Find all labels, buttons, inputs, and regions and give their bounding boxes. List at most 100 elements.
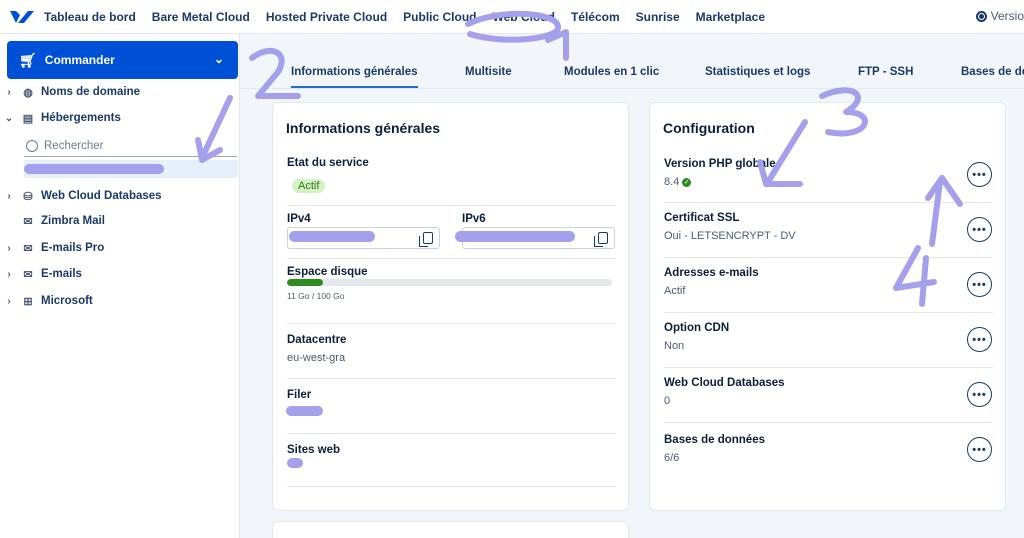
sidebar-item-domains[interactable]: › ◍ Noms de domaine [0, 82, 140, 102]
sidebar-item-web-cloud-databases[interactable]: › ⛁ Web Cloud Databases [0, 186, 162, 206]
search-icon [26, 139, 38, 152]
mail-icon: ✉ [23, 242, 33, 255]
version-toggle[interactable]: Versio [975, 9, 1024, 23]
nav-public-cloud[interactable]: Public Cloud [403, 10, 476, 24]
row-label: Etat du service [287, 157, 369, 169]
order-button[interactable]: 🛒︎ Commander ⌄ [7, 41, 238, 79]
order-button-label: Commander [44, 53, 115, 67]
chevron-right-icon: › [7, 242, 11, 254]
cart-icon: 🛒︎ [19, 51, 37, 68]
nav-sunrise[interactable]: Sunrise [636, 10, 680, 24]
sidebar-item-zimbra-mail[interactable]: ✉ Zimbra Mail [0, 211, 105, 231]
row-value: Oui - LETSENCRYPT - DV [664, 230, 796, 242]
redaction-mark [287, 458, 303, 468]
sidebar-item-emails-pro[interactable]: › ✉ E-mails Pro [0, 238, 104, 258]
row-label: Espace disque [287, 266, 368, 278]
copy-icon[interactable] [594, 232, 608, 247]
sidebar-item-emails[interactable]: › ✉ E-mails [0, 264, 82, 284]
row-label: Option CDN [664, 322, 730, 334]
sidebar-item-label: E-mails Pro [41, 242, 105, 254]
nav-hosted-private-cloud[interactable]: Hosted Private Cloud [266, 10, 387, 24]
row-value: Actif [664, 285, 686, 297]
ovh-logo[interactable] [0, 0, 44, 34]
check-circle-icon: ✓ [682, 177, 692, 187]
ipv4-label: IPv4 [287, 213, 311, 225]
redaction-mark [24, 164, 164, 174]
row-label: Adresses e-mails [664, 267, 759, 279]
nav-marketplace[interactable]: Marketplace [696, 10, 765, 24]
top-navigation: Tableau de bord Bare Metal Cloud Hosted … [0, 0, 1024, 34]
row-label: Sites web [287, 444, 341, 456]
sidebar-item-label: Noms de domaine [41, 86, 141, 98]
row-value: Non [664, 340, 685, 352]
tab-statistics-logs[interactable]: Statistiques et logs [705, 66, 810, 78]
sidebar-search-input[interactable]: Rechercher [24, 135, 237, 157]
nav-dashboard[interactable]: Tableau de bord [44, 10, 136, 24]
more-actions-button[interactable]: ••• [967, 162, 992, 187]
more-actions-button[interactable]: ••• [967, 327, 992, 352]
disk-progress-fill [287, 279, 323, 286]
sidebar-item-hosting[interactable]: ⌄ ▤ Hébergements [0, 108, 121, 128]
nav-telecom[interactable]: Télécom [571, 10, 620, 24]
row-value: 0 [664, 395, 671, 407]
more-actions-button[interactable]: ••• [967, 217, 992, 242]
chevron-down-icon: ⌄ [213, 52, 224, 66]
sidebar-item-label: Web Cloud Databases [41, 190, 162, 202]
filer-row: Filer [287, 380, 616, 434]
tab-one-click-modules[interactable]: Modules en 1 clic [564, 66, 659, 78]
version-label: Versio [990, 9, 1024, 23]
config-row-ssl: Certificat SSL Oui - LETSENCRYPT - DV ••… [664, 204, 993, 258]
config-row-web-cloud-databases: Web Cloud Databases 0 ••• [664, 369, 993, 423]
tab-bar: Informations générales Multisite Modules… [241, 53, 1024, 89]
tab-databases[interactable]: Bases de do [961, 66, 1024, 78]
row-label: Version PHP globale [664, 158, 776, 170]
row-value-wrap: 8.4 ✓ [664, 176, 692, 188]
globe-icon: ◍ [23, 86, 33, 99]
tab-ftp-ssh[interactable]: FTP - SSH [858, 66, 913, 78]
more-actions-button[interactable]: ••• [967, 272, 992, 297]
general-info-card: Informations générales Etat du service A… [272, 102, 629, 511]
disk-progress-bar [287, 279, 612, 286]
annotation-label-2: 2 [262, 95, 263, 97]
chevron-right-icon: › [7, 190, 11, 202]
tab-general-info[interactable]: Informations générales [291, 66, 418, 88]
row-label: Certificat SSL [664, 212, 740, 224]
sidebar: 🛒︎ Commander ⌄ › ◍ Noms de domaine ⌄ ▤ H… [0, 34, 240, 538]
radio-icon [975, 10, 987, 22]
datacenter-value: eu-west-gra [287, 352, 346, 364]
hosting-icon: ▤ [22, 112, 34, 125]
nav-bare-metal-cloud[interactable]: Bare Metal Cloud [152, 10, 250, 24]
chevron-right-icon: › [7, 86, 11, 98]
sidebar-item-microsoft[interactable]: › ⊞ Microsoft [0, 291, 93, 311]
more-actions-button[interactable]: ••• [967, 382, 992, 407]
datacenter-row: Datacentre eu-west-gra [287, 325, 616, 379]
redaction-mark [455, 231, 575, 242]
copy-icon[interactable] [419, 232, 433, 247]
row-label: Datacentre [287, 334, 347, 346]
secondary-card [272, 521, 629, 538]
chevron-down-icon: ⌄ [4, 112, 14, 124]
database-icon: ⛁ [23, 190, 33, 203]
redaction-mark [286, 406, 323, 416]
tab-multisite[interactable]: Multisite [465, 66, 512, 78]
row-value: 8.4 [664, 176, 680, 188]
more-actions-button[interactable]: ••• [967, 437, 992, 462]
config-row-php: Version PHP globale 8.4 ✓ ••• [664, 150, 993, 203]
row-label: Bases de données [664, 434, 765, 446]
sidebar-item-label: Hébergements [41, 112, 121, 124]
card-title: Configuration [663, 120, 755, 136]
redaction-mark [289, 231, 375, 242]
sidebar-item-label: Zimbra Mail [41, 215, 105, 227]
configuration-card: Configuration Version PHP globale 8.4 ✓ •… [649, 102, 1006, 511]
config-row-emails: Adresses e-mails Actif ••• [664, 259, 993, 313]
disk-space-row: Espace disque 11 Go / 100 Go [287, 260, 616, 324]
card-title: Informations générales [286, 120, 441, 136]
sidebar-item-label: Microsoft [41, 295, 93, 307]
nav-web-cloud[interactable]: Web Cloud [493, 10, 555, 24]
ipv6-label: IPv6 [462, 213, 486, 225]
row-label: Filer [287, 389, 312, 401]
chevron-right-icon: › [7, 295, 11, 307]
sidebar-item-label: E-mails [41, 268, 82, 280]
chevron-right-icon: › [7, 268, 11, 280]
windows-icon: ⊞ [23, 295, 33, 308]
